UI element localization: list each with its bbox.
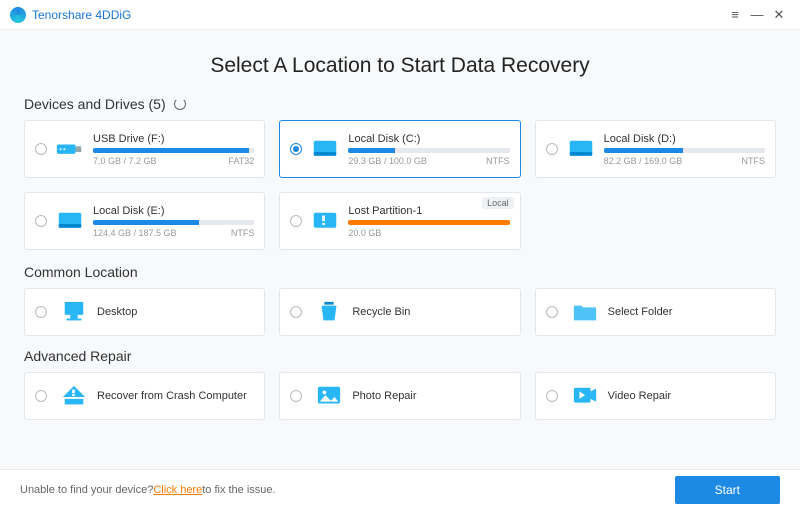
location-label: Select Folder <box>608 306 673 318</box>
advanced-radio[interactable] <box>290 390 302 402</box>
location-card[interactable]: Desktop <box>24 288 265 336</box>
drive-body: Local Disk (C:) 29.3 GB / 100.0 GBNTFS <box>348 133 509 166</box>
advanced-label: Recover from Crash Computer <box>97 390 247 402</box>
drive-usage-bar <box>348 148 509 153</box>
footer-suffix: to fix the issue. <box>202 484 275 496</box>
advanced-radio[interactable] <box>546 390 558 402</box>
advanced-icon <box>572 384 598 408</box>
drive-tag: Local <box>482 197 514 209</box>
drive-usage-bar <box>348 220 509 225</box>
location-radio[interactable] <box>546 306 558 318</box>
drive-body: Local Disk (D:) 82.2 GB / 169.0 GBNTFS <box>604 133 765 166</box>
drive-radio[interactable] <box>35 215 47 227</box>
location-label: Recycle Bin <box>352 306 410 318</box>
drive-radio[interactable] <box>35 143 47 155</box>
devices-section-header: Devices and Drives (5) <box>24 96 776 112</box>
footer-prefix: Unable to find your device? <box>20 484 153 496</box>
location-label: Desktop <box>97 306 137 318</box>
drive-card[interactable]: USB Drive (F:) 7.0 GB / 7.2 GBFAT32 <box>24 120 265 178</box>
drive-name: Local Disk (D:) <box>604 133 765 145</box>
minimize-button[interactable]: — <box>746 4 768 26</box>
drive-radio[interactable] <box>546 143 558 155</box>
titlebar: Tenorshare 4DDiG ≡ — ✕ <box>0 0 800 30</box>
location-radio[interactable] <box>290 306 302 318</box>
drive-radio[interactable] <box>290 215 302 227</box>
locations-grid: Desktop Recycle Bin Select Folder <box>24 288 776 336</box>
start-button[interactable]: Start <box>675 476 780 504</box>
drive-radio[interactable] <box>290 143 302 155</box>
advanced-label: Video Repair <box>608 390 671 402</box>
drive-body: Lost Partition-120.0 GB <box>348 205 509 238</box>
drive-body: USB Drive (F:) 7.0 GB / 7.2 GBFAT32 <box>93 133 254 166</box>
advanced-icon <box>61 384 87 408</box>
advanced-label: Advanced Repair <box>24 348 131 364</box>
advanced-card[interactable]: Photo Repair <box>279 372 520 420</box>
app-title: Tenorshare 4DDiG <box>32 8 724 22</box>
advanced-card[interactable]: Recover from Crash Computer <box>24 372 265 420</box>
footer: Unable to find your device? Click here t… <box>0 469 800 509</box>
drive-name: USB Drive (F:) <box>93 133 254 145</box>
refresh-icon[interactable] <box>174 98 186 110</box>
drive-icon <box>310 209 340 233</box>
drive-usage-bar <box>93 148 254 153</box>
location-icon <box>572 300 598 324</box>
advanced-radio[interactable] <box>35 390 47 402</box>
location-radio[interactable] <box>35 306 47 318</box>
advanced-section-header: Advanced Repair <box>24 348 776 364</box>
advanced-grid: Recover from Crash Computer Photo Repair V… <box>24 372 776 420</box>
drive-usage-bar <box>604 148 765 153</box>
common-section-header: Common Location <box>24 264 776 280</box>
app-logo-icon <box>10 7 26 23</box>
drive-card[interactable]: Local Disk (E:) 124.4 GB / 187.5 GBNTFS <box>24 192 265 250</box>
drive-meta: 29.3 GB / 100.0 GBNTFS <box>348 156 509 166</box>
close-button[interactable]: ✕ <box>768 4 790 26</box>
advanced-label: Photo Repair <box>352 390 416 402</box>
drive-meta: 7.0 GB / 7.2 GBFAT32 <box>93 156 254 166</box>
drive-usage-bar <box>93 220 254 225</box>
drive-body: Local Disk (E:) 124.4 GB / 187.5 GBNTFS <box>93 205 254 238</box>
page-title: Select A Location to Start Data Recovery <box>24 54 776 78</box>
drive-card[interactable]: Local Disk (C:) 29.3 GB / 100.0 GBNTFS <box>279 120 520 178</box>
drive-name: Local Disk (C:) <box>348 133 509 145</box>
drives-grid: USB Drive (F:) 7.0 GB / 7.2 GBFAT32 Local … <box>24 120 776 250</box>
footer-link[interactable]: Click here <box>153 484 202 496</box>
main-content: Select A Location to Start Data Recovery… <box>0 30 800 469</box>
advanced-icon <box>316 384 342 408</box>
location-icon <box>316 300 342 324</box>
drive-card[interactable]: LocalLost Partition-120.0 GB <box>279 192 520 250</box>
menu-button[interactable]: ≡ <box>724 4 746 26</box>
drive-name: Local Disk (E:) <box>93 205 254 217</box>
drive-icon <box>566 137 596 161</box>
drive-icon <box>55 209 85 233</box>
location-icon <box>61 300 87 324</box>
location-card[interactable]: Recycle Bin <box>279 288 520 336</box>
common-label: Common Location <box>24 264 138 280</box>
drive-icon <box>310 137 340 161</box>
drive-meta: 20.0 GB <box>348 228 509 238</box>
advanced-card[interactable]: Video Repair <box>535 372 776 420</box>
drive-meta: 124.4 GB / 187.5 GBNTFS <box>93 228 254 238</box>
devices-label: Devices and Drives (5) <box>24 96 166 112</box>
drive-meta: 82.2 GB / 169.0 GBNTFS <box>604 156 765 166</box>
drive-card[interactable]: Local Disk (D:) 82.2 GB / 169.0 GBNTFS <box>535 120 776 178</box>
drive-icon <box>55 137 85 161</box>
location-card[interactable]: Select Folder <box>535 288 776 336</box>
